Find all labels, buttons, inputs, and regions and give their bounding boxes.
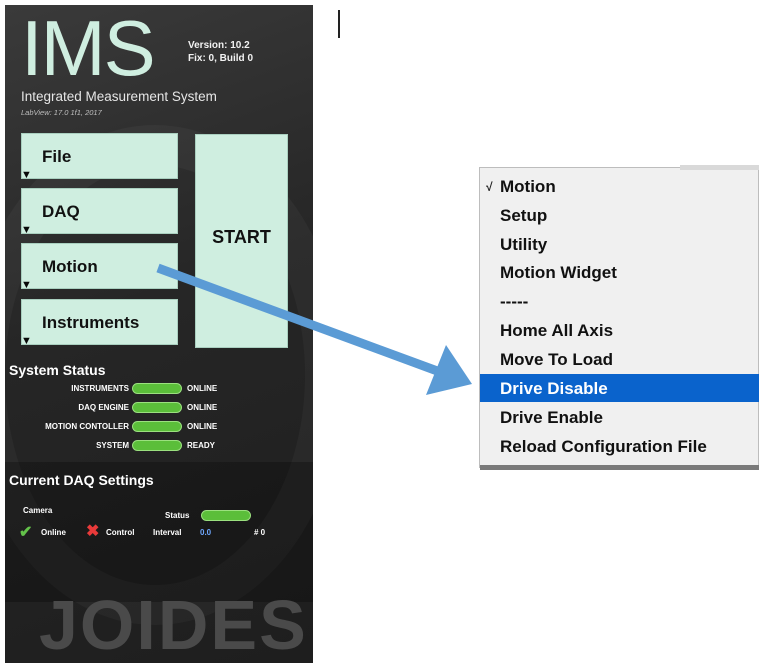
motion-dropdown-menu: √ Motion Setup Utility Motion Widget ---… [479, 165, 759, 470]
menu-item-label: Motion Widget [500, 263, 617, 282]
checkmark-icon: √ [486, 180, 493, 194]
menu-item-motion[interactable]: √ Motion [480, 172, 759, 200]
menu-item-drive-disable[interactable]: Drive Disable [480, 374, 759, 402]
menu-item-label: Drive Enable [500, 408, 603, 427]
menu-separator-text: ----- [500, 292, 529, 311]
menu-item-label: Motion [500, 177, 556, 196]
menu-item-label: Utility [500, 235, 548, 254]
menu-item-label: Move To Load [500, 350, 614, 369]
menu-item-motion-widget[interactable]: Motion Widget [480, 258, 759, 286]
menu-item-setup[interactable]: Setup [480, 201, 759, 229]
menu-separator: ----- [480, 287, 759, 315]
menu-item-move-to-load[interactable]: Move To Load [480, 345, 759, 373]
menu-item-label: Home All Axis [500, 321, 614, 340]
menu-top-edge [680, 165, 759, 170]
menu-item-drive-enable[interactable]: Drive Enable [480, 403, 759, 431]
menu-item-utility[interactable]: Utility [480, 230, 759, 258]
arrow-shaft [156, 263, 442, 377]
menu-item-label: Reload Configuration File [500, 437, 707, 456]
menu-item-label: Drive Disable [500, 379, 608, 398]
menu-item-home-all-axis[interactable]: Home All Axis [480, 316, 759, 344]
menu-item-reload-configuration-file[interactable]: Reload Configuration File [480, 432, 759, 460]
menu-item-label: Setup [500, 206, 548, 225]
menu-bottom-edge [480, 465, 759, 470]
